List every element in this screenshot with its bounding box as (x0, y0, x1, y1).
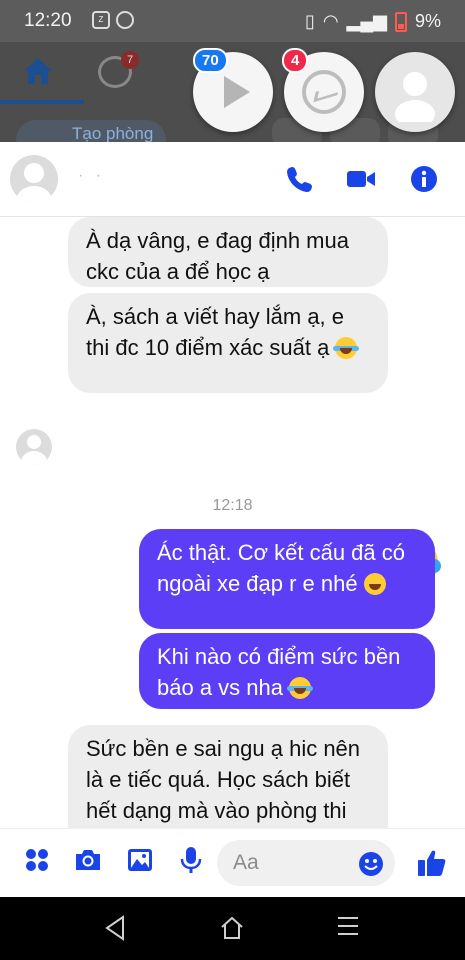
status-bar: 12:20 Z ▯ ◠ ▂▄▆ 9% (0, 0, 465, 42)
vibrate-icon: ▯ (304, 11, 315, 31)
messenger-notification-icon (116, 11, 134, 29)
sender-avatar[interactable] (16, 429, 52, 465)
joy-emoji (333, 337, 360, 359)
phone-icon[interactable] (285, 164, 315, 194)
contact-chathead[interactable] (375, 52, 455, 132)
incoming-message[interactable]: À, sách a viết hay lắm ạ, e thi đc 10 đi… (68, 293, 388, 393)
incoming-message[interactable]: Sức bền e sai ngu ạ hic nên là e tiếc qu… (68, 725, 388, 828)
messenger-badge: 4 (282, 48, 309, 73)
chat-header: · · (0, 142, 465, 217)
chat-panel: · · À dạ vâng, e đag định mua ckc của a … (0, 142, 465, 897)
menu-icon[interactable] (336, 915, 360, 937)
microphone-icon[interactable] (176, 845, 206, 875)
home-icon[interactable] (22, 56, 54, 86)
battery-percent: 9% (414, 11, 441, 31)
back-icon[interactable] (103, 915, 127, 941)
contact-name[interactable]: · · (78, 167, 105, 185)
message-text: À, sách a viết hay lắm ạ, e thi đc 10 đi… (86, 304, 345, 360)
emoji-icon[interactable] (358, 851, 384, 877)
apps-icon[interactable] (22, 845, 52, 875)
message-text: À dạ vâng, e đag định mua ckc của a để h… (86, 228, 349, 284)
wifi-icon: ◠ (322, 11, 339, 31)
friends-badge: 7 (121, 51, 139, 69)
message-timestamp: 12:18 (212, 497, 253, 514)
message-input-placeholder: Aa (233, 851, 259, 874)
camera-icon[interactable] (73, 845, 103, 875)
home-nav-icon[interactable] (219, 915, 245, 941)
outgoing-message[interactable]: Khi nào có điểm sức bền báo a vs nha (139, 633, 435, 709)
outgoing-message[interactable]: Ác thật. Cơ kết cấu đã có ngoài xe đạp r… (139, 529, 435, 629)
video-call-icon[interactable] (346, 164, 376, 194)
messenger-icon (302, 70, 346, 114)
avatar-icon (395, 72, 435, 122)
avatar[interactable] (10, 155, 58, 203)
zalo-icon: Z (92, 11, 110, 29)
thumbs-up-icon[interactable] (416, 847, 448, 879)
joy-emoji (287, 677, 314, 699)
video-chathead[interactable]: 70 (193, 48, 273, 132)
status-time: 12:20 (24, 10, 72, 31)
android-nav-bar (0, 897, 465, 960)
home-tab-indicator (0, 100, 84, 104)
gallery-icon[interactable] (125, 845, 155, 875)
message-text: Khi nào có điểm sức bền báo a vs nha (157, 644, 401, 700)
message-composer: Aa (0, 828, 465, 897)
video-badge: 70 (193, 48, 228, 73)
play-icon (224, 76, 250, 108)
create-room-label: Tạo phòng (72, 124, 154, 143)
signal-icon: ▂▄▆ (346, 11, 387, 31)
messenger-chathead[interactable]: 4 (282, 48, 364, 132)
message-list: À dạ vâng, e đag định mua ckc của a để h… (0, 217, 465, 828)
grin-emoji (363, 573, 386, 595)
message-text: Sức bền e sai ngu ạ hic nên là e tiếc qu… (86, 736, 361, 823)
status-right: ▯ ◠ ▂▄▆ 9% (305, 11, 441, 32)
incoming-message[interactable]: À dạ vâng, e đag định mua ckc của a để h… (68, 217, 388, 287)
info-icon[interactable] (409, 164, 439, 194)
notification-icons: Z (92, 11, 134, 29)
battery-icon (394, 11, 407, 32)
